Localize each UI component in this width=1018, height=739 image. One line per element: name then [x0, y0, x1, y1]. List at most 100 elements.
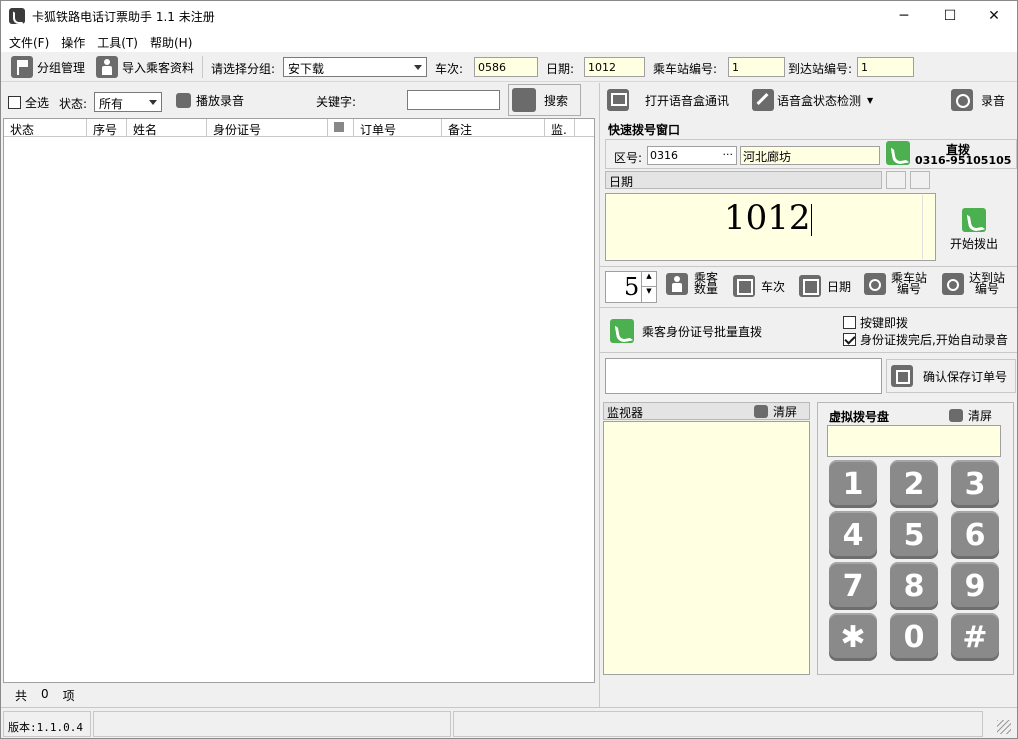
menu-tools[interactable]: 工具(T) — [91, 31, 144, 52]
train-input[interactable]: 0586 — [474, 57, 538, 77]
auto-record-checkbox[interactable]: 身份证拨完后,开始自动录音 — [843, 331, 1008, 348]
key-9[interactable]: 9 — [951, 562, 999, 610]
key-1[interactable]: 1 — [829, 460, 877, 508]
menu-file[interactable]: 文件(F) — [3, 31, 55, 52]
voice-box-check-button[interactable]: 语音盒状态检测 ▼ — [752, 89, 873, 111]
arrow-out-icon — [942, 273, 964, 295]
play-recording-button[interactable]: 播放录音 — [176, 92, 244, 109]
order-number-input[interactable] — [605, 358, 882, 394]
stepper-up-icon[interactable]: ▲ — [641, 272, 656, 287]
status-filter-select[interactable]: 所有 — [94, 92, 162, 112]
close-button[interactable]: ✕ — [971, 1, 1017, 31]
area-name-field[interactable]: 河北廊坊 — [740, 146, 880, 165]
minimize-button[interactable]: ─ — [881, 1, 927, 31]
stepper-down-icon[interactable]: ▼ — [641, 287, 656, 302]
toolbar: 分组管理 导入乘客资料 请选择分组: 安下载 车次: 0586 日期: 1012… — [1, 52, 1017, 82]
passenger-count-button[interactable]: 乘客 数量 — [666, 272, 719, 296]
select-all-checkbox[interactable]: 全选 — [8, 94, 49, 111]
confirm-save-label: 确认保存订单号 — [923, 369, 1008, 384]
edit-icon[interactable] — [886, 171, 906, 189]
status-cell-2 — [93, 711, 451, 737]
key-8[interactable]: 8 — [890, 562, 938, 610]
dropdown-arrow-icon — [414, 65, 422, 70]
arrive-station-button[interactable]: 达到站 编号 — [942, 272, 1005, 296]
import-passenger-button[interactable]: 导入乘客资料 — [96, 54, 194, 80]
confirm-save-order-button[interactable]: 确认保存订单号 — [886, 359, 1016, 393]
train-no-button[interactable]: 车次 — [733, 275, 785, 297]
record-icon — [951, 89, 973, 111]
arrive-station-line2: 编号 — [975, 282, 1000, 296]
dial-on-key-box[interactable] — [843, 316, 856, 329]
key-0[interactable]: 0 — [890, 613, 938, 661]
record-button[interactable]: 录音 — [951, 89, 1005, 111]
passenger-count-line2: 数量 — [694, 282, 719, 296]
key-2[interactable]: 2 — [890, 460, 938, 508]
monitor-log[interactable] — [603, 421, 810, 675]
col-audio[interactable] — [328, 119, 354, 137]
keypad-clear-button[interactable]: 清屏 — [949, 407, 992, 424]
key-hash[interactable]: # — [951, 613, 999, 661]
date-input[interactable]: 1012 — [584, 57, 645, 77]
select-all-box[interactable] — [8, 96, 21, 109]
keypad-display — [827, 425, 1001, 457]
display-scrollbar[interactable] — [922, 195, 934, 259]
group-select[interactable]: 安下载 — [283, 57, 427, 77]
dial-content-display[interactable]: 1012 — [605, 193, 936, 261]
resize-grip-icon[interactable] — [997, 720, 1011, 734]
dial-on-key-checkbox[interactable]: 按键即拨 — [843, 314, 908, 331]
key-star[interactable]: ✱ — [829, 613, 877, 661]
dial-content-value: 1012 — [724, 198, 811, 238]
menu-operate[interactable]: 操作 — [55, 31, 91, 52]
col-order-number[interactable]: 订单号 — [354, 119, 442, 137]
keyword-input[interactable] — [407, 90, 500, 110]
search-button[interactable]: 搜索 — [508, 84, 581, 116]
direct-dial-phone-icon[interactable] — [886, 141, 910, 165]
col-name[interactable]: 姓名 — [127, 119, 207, 137]
arrive-station-input[interactable]: 1 — [857, 57, 914, 77]
key-6[interactable]: 6 — [951, 511, 999, 559]
maximize-button[interactable]: ☐ — [927, 1, 973, 31]
monitor-clear-button[interactable]: 清屏 — [754, 403, 797, 420]
record-label: 录音 — [981, 93, 1006, 108]
computer-icon — [607, 89, 629, 111]
monitor-icon[interactable] — [910, 171, 930, 189]
wrench-icon — [752, 89, 774, 111]
start-dial-button[interactable]: 开始拨出 — [950, 208, 998, 252]
open-voice-box-button[interactable]: 打开语音盒通讯 — [607, 89, 729, 111]
direct-dial-number: 0316-95105105 — [915, 154, 1012, 167]
play-icon — [176, 93, 191, 108]
total-count-value: 0 — [41, 687, 49, 701]
save-icon — [891, 365, 913, 387]
train-no-label: 车次 — [761, 279, 786, 294]
speaker-icon — [334, 122, 344, 132]
auto-record-box[interactable] — [843, 333, 856, 346]
area-code-input[interactable]: 0316 ··· — [647, 146, 737, 165]
board-station-input[interactable]: 1 — [728, 57, 785, 77]
start-dial-label: 开始拨出 — [950, 237, 999, 251]
menu-help[interactable]: 帮助(H) — [144, 31, 198, 52]
col-monitor[interactable]: 监. — [545, 119, 575, 137]
key-5[interactable]: 5 — [890, 511, 938, 559]
key-4[interactable]: 4 — [829, 511, 877, 559]
id-batch-dial-button[interactable]: 乘客身份证号批量直拨 — [610, 319, 762, 343]
board-station-line2: 编号 — [897, 282, 922, 296]
passenger-list[interactable]: 状态 序号 姓名 身份证号 订单号 备注 监. — [3, 118, 595, 683]
key-3[interactable]: 3 — [951, 460, 999, 508]
app-window: 卡狐铁路电话订票助手 1.1 未注册 ─ ☐ ✕ 文件(F) 操作 工具(T) … — [0, 0, 1018, 739]
voice-box-check-label: 语音盒状态检测 — [777, 93, 862, 108]
text-cursor — [810, 204, 812, 236]
col-remark[interactable]: 备注 — [442, 119, 545, 137]
group-manage-button[interactable]: 分组管理 — [11, 54, 85, 80]
date-button[interactable]: 日期 — [799, 275, 851, 297]
area-more-button[interactable]: ··· — [723, 148, 734, 161]
area-code-value: 0316 — [650, 149, 678, 162]
status-cell-3 — [453, 711, 983, 737]
col-status[interactable]: 状态 — [4, 119, 87, 137]
quantity-stepper[interactable]: 5 ▲ ▼ — [605, 271, 657, 303]
col-id-number[interactable]: 身份证号 — [207, 119, 328, 137]
col-index[interactable]: 序号 — [87, 119, 127, 137]
person-icon — [666, 273, 688, 295]
version-label: 版本:1.1.0.4 — [3, 711, 91, 737]
board-station-button[interactable]: 乘车站 编号 — [864, 272, 927, 296]
key-7[interactable]: 7 — [829, 562, 877, 610]
